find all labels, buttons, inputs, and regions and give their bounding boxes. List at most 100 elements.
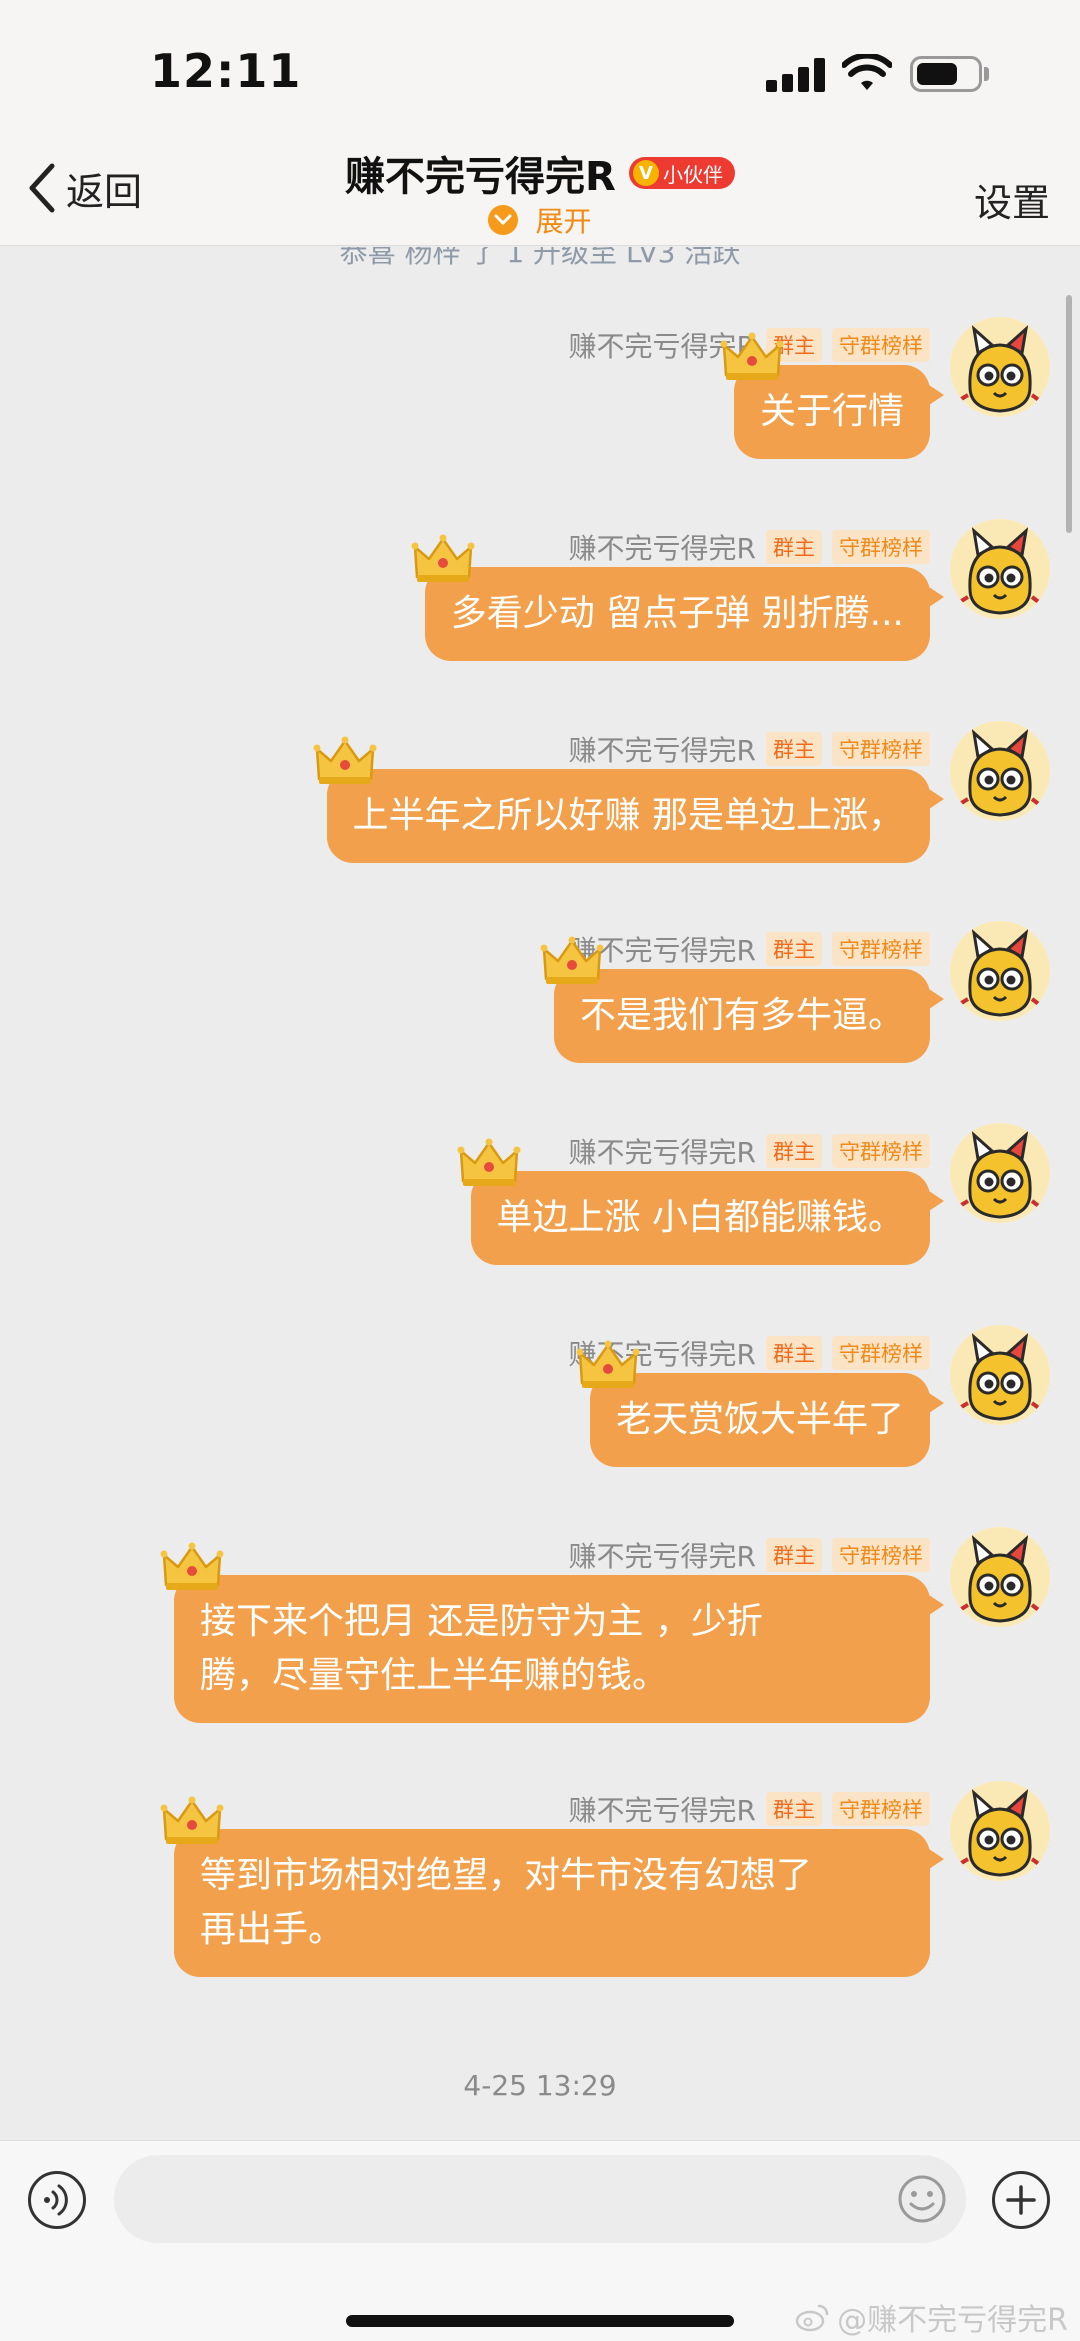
sender-name[interactable]: 赚不完亏得完R xyxy=(569,729,756,769)
crown-icon xyxy=(720,332,784,380)
voice-button[interactable] xyxy=(28,2171,86,2229)
avatar[interactable] xyxy=(950,1527,1050,1627)
rank-badge: 守群榜样 xyxy=(832,1792,930,1826)
message-bubble[interactable]: 单边上涨 小白都能赚钱。 xyxy=(457,1138,944,1265)
avatar[interactable] xyxy=(950,921,1050,1021)
crown-icon xyxy=(313,736,377,784)
owner-badge: 群主 xyxy=(766,1336,822,1370)
crown-icon xyxy=(540,936,604,984)
timestamp: 4-25 13:29 xyxy=(463,2069,617,2102)
message-area[interactable]: 恭喜 杨梓 了 1 升级至 LV3 活跃 赚不完亏得完R 群主 守群榜样 关于行… xyxy=(0,247,1080,2137)
message-bubble[interactable]: 等到市场相对绝望，对牛市没有幻想了 再出手。 xyxy=(160,1796,944,1977)
bubble-tail xyxy=(926,1847,944,1871)
message-text: 老天赏饭大半年了 xyxy=(615,1399,904,1440)
system-notice: 恭喜 杨梓 了 1 升级至 LV3 活跃 xyxy=(339,247,741,269)
message-text: 多看少动 留点子弹 别折腾... xyxy=(450,593,904,634)
input-bar: @赚不完亏得完R xyxy=(0,2140,1080,2341)
crown-icon xyxy=(576,1340,640,1388)
message-text-line: 接下来个把月 还是防守为主 ，少折 xyxy=(200,1601,763,1642)
plus-icon xyxy=(1006,2185,1036,2215)
message-bubble[interactable]: 老天赏饭大半年了 xyxy=(576,1340,944,1467)
owner-badge: 群主 xyxy=(766,1134,822,1168)
owner-badge: 群主 xyxy=(766,932,822,966)
plus-button[interactable] xyxy=(992,2171,1050,2229)
avatar-image xyxy=(950,519,1050,619)
avatar-image xyxy=(950,1781,1050,1881)
chat-title[interactable]: 赚不完亏得完R xyxy=(345,144,616,202)
avatar[interactable] xyxy=(950,317,1050,417)
sender-row: 赚不完亏得完R 群主 守群榜样 xyxy=(569,929,930,969)
message-bubble[interactable]: 不是我们有多牛逼。 xyxy=(540,936,944,1063)
rank-badge: 守群榜样 xyxy=(832,732,930,766)
message-input[interactable] xyxy=(114,2155,966,2243)
battery-tip xyxy=(984,67,989,81)
sender-name[interactable]: 赚不完亏得完R xyxy=(569,1535,756,1575)
verified-icon: V xyxy=(632,160,659,186)
voice-icon xyxy=(44,2184,68,2216)
sender-row: 赚不完亏得完R 群主 守群榜样 xyxy=(569,527,930,567)
emoji-icon[interactable] xyxy=(896,2173,948,2225)
owner-badge: 群主 xyxy=(766,530,822,564)
owner-badge: 群主 xyxy=(766,1792,822,1826)
sender-row: 赚不完亏得完R 群主 守群榜样 xyxy=(569,1131,930,1171)
message-bubble[interactable]: 接下来个把月 还是防守为主 ，少折 腾，尽量守住上半年赚的钱。 xyxy=(160,1542,944,1723)
wifi-icon xyxy=(842,54,892,90)
message-bubble[interactable]: 关于行情 xyxy=(720,332,944,459)
sender-row: 赚不完亏得完R 群主 守群榜样 xyxy=(569,1535,930,1575)
bubble-tail xyxy=(926,1189,944,1213)
watermark: @赚不完亏得完R xyxy=(795,2295,1068,2339)
expand-chevron-icon xyxy=(488,205,519,235)
crown-icon xyxy=(160,1542,224,1590)
message-text-line: 腾，尽量守住上半年赚的钱。 xyxy=(200,1655,669,1696)
sender-name[interactable]: 赚不完亏得完R xyxy=(569,1789,756,1829)
bubble-tail xyxy=(926,1391,944,1415)
rank-badge: 守群榜样 xyxy=(832,1538,930,1572)
sender-name[interactable]: 赚不完亏得完R xyxy=(569,527,756,567)
avatar[interactable] xyxy=(950,1123,1050,1223)
bubble-tail xyxy=(926,987,944,1011)
expand-label: 展开 xyxy=(535,205,592,238)
avatar-image xyxy=(950,1123,1050,1223)
bubble-tail xyxy=(926,787,944,811)
avatar[interactable] xyxy=(950,721,1050,821)
signal-icon xyxy=(766,58,826,92)
message-text-line: 等到市场相对绝望，对牛市没有幻想了 xyxy=(200,1855,813,1896)
message-text: 关于行情 xyxy=(759,391,904,432)
sender-row: 赚不完亏得完R 群主 守群榜样 xyxy=(569,729,930,769)
avatar[interactable] xyxy=(950,519,1050,619)
owner-badge: 群主 xyxy=(766,732,822,766)
avatar-image xyxy=(950,317,1050,417)
weibo-icon xyxy=(795,2304,829,2332)
bubble-tail xyxy=(926,1593,944,1617)
crown-icon xyxy=(457,1138,521,1186)
bubble-tail xyxy=(926,383,944,407)
avatar[interactable] xyxy=(950,1781,1050,1881)
message-text: 单边上涨 小白都能赚钱。 xyxy=(496,1197,904,1238)
expand-button[interactable]: 展开 xyxy=(0,200,1080,240)
crown-icon xyxy=(411,534,475,582)
avatar-image xyxy=(950,1325,1050,1425)
home-indicator[interactable] xyxy=(346,2315,734,2327)
message-text-line: 再出手。 xyxy=(200,1909,345,1950)
bubble-tail xyxy=(926,585,944,609)
partner-badge-label: 小伙伴 xyxy=(662,162,723,187)
message-text: 不是我们有多牛逼。 xyxy=(579,995,904,1036)
message-bubble[interactable]: 上半年之所以好赚 那是单边上涨， xyxy=(313,736,944,863)
settings-button[interactable]: 设置 xyxy=(974,172,1050,227)
avatar[interactable] xyxy=(950,1325,1050,1425)
battery-icon xyxy=(910,56,982,92)
sender-name[interactable]: 赚不完亏得完R xyxy=(569,1131,756,1171)
partner-badge: V 小伙伴 xyxy=(628,157,735,189)
owner-badge: 群主 xyxy=(766,1538,822,1572)
message-bubble[interactable]: 多看少动 留点子弹 别折腾... xyxy=(411,534,944,661)
nav-bar: 返回 赚不完亏得完R V 小伙伴 展开 设置 xyxy=(0,140,1080,246)
avatar-image xyxy=(950,921,1050,1021)
status-bar: 12:11 xyxy=(0,0,1080,140)
rank-badge: 守群榜样 xyxy=(832,530,930,564)
scroll-indicator[interactable] xyxy=(1066,295,1072,533)
message-text: 上半年之所以好赚 那是单边上涨， xyxy=(352,795,904,836)
avatar-image xyxy=(950,721,1050,821)
crown-icon xyxy=(160,1796,224,1844)
rank-badge: 守群榜样 xyxy=(832,932,930,966)
rank-badge: 守群榜样 xyxy=(832,1336,930,1370)
